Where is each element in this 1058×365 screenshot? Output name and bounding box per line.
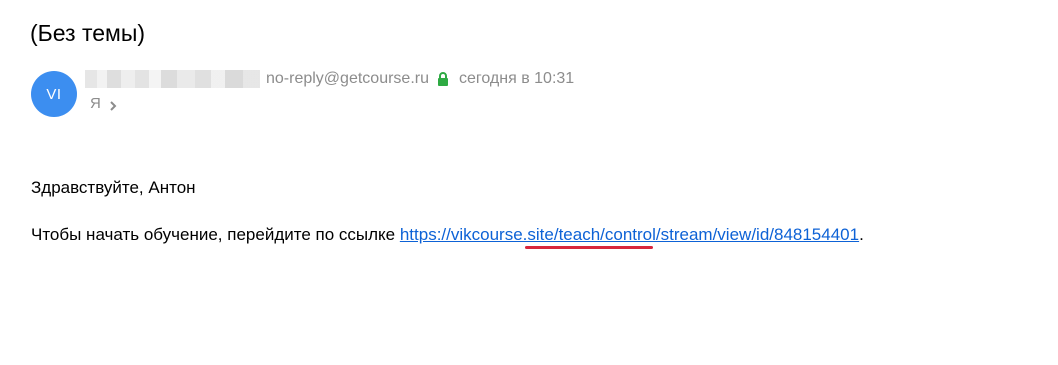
- email-greeting: Здравствуйте, Антон: [31, 178, 196, 197]
- course-link[interactable]: https://vikcourse.site/teach/control/str…: [400, 225, 859, 244]
- email-view: (Без темы) VI no-reply@getcourse.ru сего…: [0, 0, 1058, 365]
- chevron-right-icon[interactable]: [109, 98, 117, 111]
- lock-icon: [437, 72, 449, 86]
- recipient-row[interactable]: Я: [90, 92, 117, 114]
- email-body-line: Чтобы начать обучение, перейдите по ссыл…: [31, 225, 864, 245]
- email-subject: (Без темы): [30, 20, 146, 46]
- sender-row: no-reply@getcourse.ru сегодня в 10:31: [85, 68, 574, 90]
- body-text-suffix: .: [859, 225, 864, 244]
- body-text-prefix: Чтобы начать обучение, перейдите по ссыл…: [31, 225, 400, 244]
- avatar-initials: VI: [46, 85, 62, 103]
- sender-avatar[interactable]: VI: [31, 71, 77, 117]
- domain-highlight-underline: [525, 246, 653, 249]
- sender-email[interactable]: no-reply@getcourse.ru: [266, 70, 429, 88]
- email-date: сегодня в 10:31: [458, 70, 575, 87]
- recipient-label: Я: [90, 94, 101, 112]
- redacted-sender-name: [85, 70, 260, 88]
